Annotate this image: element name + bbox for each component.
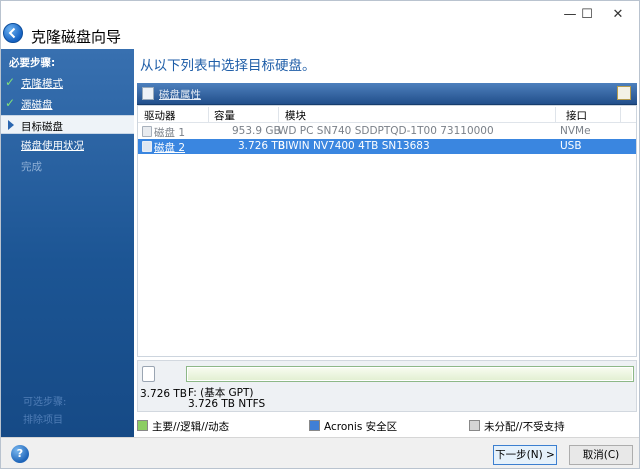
step-label: 完成 [21,161,42,173]
disk-properties-button[interactable]: 磁盘属性 [159,87,201,102]
hard-disk-icon [142,141,152,152]
window-title: 克隆磁盘向导 [31,28,122,46]
legend-label: 未分配//不受支持 [484,421,565,433]
step-label: 磁盘使用状况 [21,140,84,152]
column-header-drive[interactable]: 驱动器 [144,108,176,123]
hard-disk-icon [142,126,152,137]
step-label: 目标磁盘 [21,121,63,133]
page-heading: 从以下列表中选择目标硬盘。 [140,58,316,74]
table-row[interactable]: 磁盘 1 953.9 GB WD PC SN740 SDDPTQD-1T00 7… [138,124,636,139]
wizard-footer: ? 下一步(N) > 取消(C) [1,437,639,468]
partition-layout: 3.726 TB F: (基本 GPT) 3.726 TB NTFS [137,360,637,412]
legend-label: 主要//逻辑//动态 [152,421,230,433]
row-model: BIWIN NV7400 4TB SN13683 [278,140,430,152]
close-button[interactable]: ✕ [595,1,639,31]
step-target-disk[interactable]: 目标磁盘 [1,115,134,134]
disk-properties-icon [142,87,154,100]
back-arrow-icon[interactable] [3,23,23,43]
wizard-sidebar: 必要步骤: ✓ 克隆模式 ✓ 源磁盘 目标磁盘 磁盘使用状况 完成 可选步骤: … [1,49,134,437]
current-step-arrow-icon [8,120,14,130]
help-icon[interactable]: ? [11,445,29,463]
row-model: WD PC SN740 SDDPTQD-1T00 73110000 [278,125,494,137]
next-button[interactable]: 下一步(N) > [493,445,557,465]
step-clone-mode[interactable]: ✓ 克隆模式 [1,73,134,92]
step-label: 克隆模式 [21,78,63,90]
partition-bar[interactable] [186,366,634,382]
row-interface: USB [560,140,582,152]
column-header-capacity[interactable]: 容量 [214,108,235,123]
table-row-selected[interactable]: 磁盘 2 3.726 TB BIWIN NV7400 4TB SN13683 U… [138,139,636,154]
target-disk-table: 驱动器 容量 模块 接口 磁盘 1 953.9 GB WD PC SN740 S… [137,105,637,357]
disk-capacity: 3.726 TB [140,388,188,400]
check-icon: ✓ [5,75,16,89]
toolbar-options-icon[interactable] [617,86,631,100]
clone-disk-wizard-window: 克隆磁盘向导 — ☐ ✕ 必要步骤: ✓ 克隆模式 ✓ 源磁盘 目标磁盘 磁盘使… [0,0,640,469]
cancel-button[interactable]: 取消(C) [569,445,633,465]
legend-swatch [309,420,320,431]
row-interface: NVMe [560,125,591,137]
partition-used-fill [188,368,632,380]
column-header-interface[interactable]: 接口 [566,108,587,123]
table-header: 驱动器 容量 模块 接口 [138,106,636,123]
row-drive: 磁盘 1 [154,127,186,139]
legend-swatch [469,420,480,431]
row-drive: 磁盘 2 [154,142,186,154]
step-disk-usage[interactable]: 磁盘使用状况 [1,135,134,154]
disk-toolbar: 磁盘属性 [137,83,637,105]
check-icon: ✓ [5,96,16,110]
title-bar: 克隆磁盘向导 — ☐ ✕ [1,1,639,49]
row-capacity: 953.9 GB [232,125,281,137]
step-label: 源磁盘 [21,99,53,111]
exclude-items-step: 排除项目 [23,415,63,426]
legend-swatch [137,420,148,431]
legend-label: Acronis 安全区 [324,421,398,433]
step-source-disk[interactable]: ✓ 源磁盘 [1,94,134,113]
required-steps-label: 必要步骤: [9,57,56,69]
step-finish: 完成 [1,156,134,175]
partition-size: 3.726 TB NTFS [188,398,266,410]
optional-steps-label: 可选步骤: [23,397,67,408]
column-header-model[interactable]: 模块 [285,108,306,123]
hard-disk-icon [142,366,155,382]
